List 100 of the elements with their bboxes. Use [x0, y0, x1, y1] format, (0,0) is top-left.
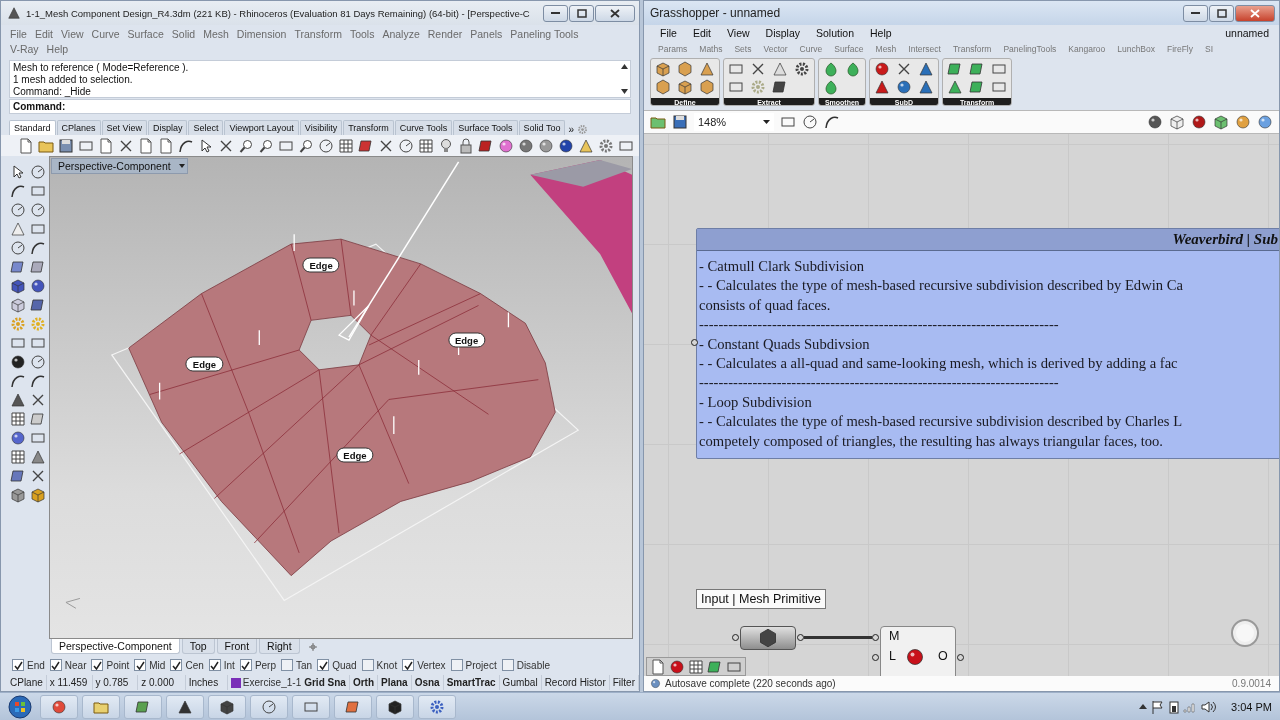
frame-icon[interactable] — [478, 137, 494, 154]
menu-item[interactable]: Edit — [34, 27, 53, 42]
component-tab[interactable]: LunchBox — [1111, 43, 1161, 54]
sphere-icon[interactable] — [1147, 114, 1163, 130]
document-icon[interactable] — [98, 137, 114, 154]
toolbar-tab[interactable]: Curve Tools — [394, 120, 453, 135]
component-tab[interactable]: Surface — [828, 43, 870, 54]
menu-item[interactable]: Tools — [349, 27, 375, 42]
note-panel[interactable] — [696, 228, 1279, 459]
checkbox[interactable] — [317, 659, 330, 671]
drop-icon[interactable] — [845, 61, 861, 77]
hexagon-icon[interactable] — [699, 79, 715, 95]
pyramid-icon[interactable] — [918, 61, 934, 77]
canvas[interactable] — [644, 134, 1279, 676]
frame-icon[interactable] — [10, 259, 26, 275]
lock-icon[interactable] — [458, 137, 474, 154]
toolbar-tab[interactable]: Display — [147, 120, 188, 135]
hexagon-icon[interactable] — [677, 61, 693, 77]
cube-icon[interactable] — [30, 487, 46, 503]
scroll-up-icon[interactable] — [620, 64, 628, 69]
menu-item[interactable]: Solid — [171, 27, 196, 42]
curve-icon[interactable] — [10, 183, 26, 199]
component-tab[interactable]: SI — [1199, 43, 1220, 54]
frame-icon[interactable] — [947, 61, 963, 77]
status-toggle[interactable]: Orth — [349, 675, 378, 690]
checkbox[interactable] — [402, 659, 415, 671]
checkbox[interactable] — [49, 659, 62, 671]
component-tab[interactable]: Mesh — [869, 43, 903, 54]
navigation-dial[interactable] — [1230, 618, 1260, 648]
curve-icon[interactable] — [30, 373, 46, 389]
frame-icon[interactable] — [30, 411, 46, 427]
flag-icon[interactable] — [1151, 699, 1166, 714]
frame-icon[interactable] — [358, 137, 374, 154]
menu-item[interactable]: Curve — [91, 27, 120, 42]
menu-item[interactable]: V-Ray — [10, 42, 39, 57]
add-tab-icon[interactable] — [307, 642, 318, 652]
cube-icon[interactable] — [655, 61, 671, 77]
component-tab[interactable]: FireFly — [1161, 43, 1199, 54]
minimize-button[interactable] — [543, 4, 568, 22]
sphere-icon[interactable] — [558, 137, 574, 154]
menu-item[interactable]: Analyze — [382, 27, 420, 42]
menu-item[interactable]: Edit — [692, 25, 711, 41]
component-node[interactable] — [740, 626, 796, 650]
sphere-icon[interactable] — [30, 278, 46, 294]
pyramid-icon[interactable] — [874, 79, 890, 95]
curve-icon[interactable] — [10, 373, 26, 389]
sphere-icon[interactable] — [1191, 114, 1207, 130]
cube-icon[interactable] — [10, 297, 26, 313]
component-tab[interactable]: Curve — [793, 43, 829, 54]
frame-icon[interactable] — [772, 79, 788, 95]
circle-icon[interactable] — [802, 114, 818, 130]
more-tabs[interactable]: » — [566, 124, 577, 135]
circle-icon[interactable] — [10, 202, 26, 218]
pyramid-icon[interactable] — [578, 137, 594, 154]
clock[interactable]: 3:04 PM — [1231, 700, 1272, 713]
toolbar-tab[interactable]: Transform — [343, 120, 394, 135]
circle-icon[interactable] — [10, 240, 26, 256]
toolbar-tab[interactable]: Set View — [101, 120, 147, 135]
tray-caret-icon[interactable] — [1139, 704, 1148, 709]
sphere-icon[interactable] — [896, 79, 912, 95]
folder-icon[interactable] — [650, 114, 666, 130]
viewport-tab[interactable]: Right — [259, 639, 300, 654]
circle-icon[interactable] — [318, 137, 334, 154]
checkbox[interactable] — [170, 659, 183, 671]
menu-item[interactable]: Solution — [816, 25, 854, 41]
circle-icon[interactable] — [30, 354, 46, 370]
component-tab[interactable]: PanelingTools — [997, 43, 1063, 54]
menu-item[interactable]: View — [727, 25, 750, 41]
magnifier-icon[interactable] — [238, 137, 254, 154]
circle-icon[interactable] — [30, 202, 46, 218]
document-icon[interactable] — [18, 137, 34, 154]
drop-icon[interactable] — [823, 61, 839, 77]
component-node[interactable]: M L O — [880, 626, 956, 676]
toolbar-tab[interactable]: CPlanes — [56, 120, 101, 135]
checkbox[interactable] — [450, 659, 463, 671]
bulb-icon[interactable] — [438, 137, 454, 154]
command-field[interactable]: Command: — [9, 99, 631, 114]
curve-icon[interactable] — [824, 114, 840, 130]
cross-icon[interactable] — [30, 392, 46, 408]
menu-item[interactable]: Transform — [294, 27, 342, 42]
menu-item[interactable]: Display — [765, 25, 801, 41]
cube-icon[interactable] — [10, 278, 26, 294]
status-toggle[interactable]: Osna — [411, 675, 444, 690]
circle-icon[interactable] — [30, 164, 46, 180]
curve-icon[interactable] — [30, 240, 46, 256]
menu-item[interactable]: Help — [46, 42, 69, 57]
menu-item[interactable]: Help — [870, 25, 892, 41]
input-grip[interactable] — [872, 634, 879, 641]
cursor-icon[interactable] — [198, 137, 214, 154]
status-toggle[interactable]: Plana — [378, 675, 412, 690]
checkbox[interactable] — [501, 659, 514, 671]
grid-icon[interactable] — [688, 658, 704, 675]
status-toggle[interactable]: Filter — [609, 675, 639, 690]
menu-item[interactable]: View — [61, 27, 84, 42]
layer-name[interactable]: Exercise_1-1 — [242, 677, 302, 688]
hexagon-icon[interactable] — [758, 628, 778, 648]
frame-icon[interactable] — [10, 468, 26, 484]
output-grip[interactable] — [957, 654, 964, 661]
component-tab[interactable]: Intersect — [902, 43, 947, 54]
menu-item[interactable]: Render — [427, 27, 463, 42]
